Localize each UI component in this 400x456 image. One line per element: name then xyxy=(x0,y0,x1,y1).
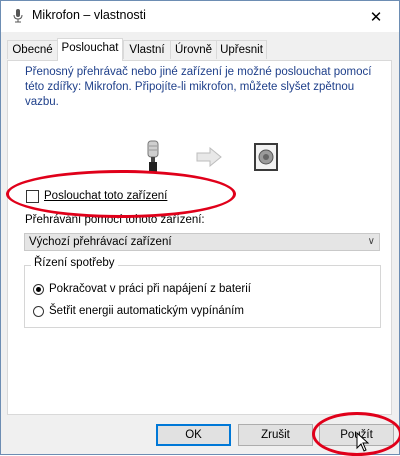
speaker-icon xyxy=(254,143,278,171)
tab-advanced[interactable]: Upřesnit xyxy=(216,40,267,59)
listen-tab-panel: Přenosný přehrávač nebo jiné zařízení je… xyxy=(7,60,392,415)
radio-label[interactable]: Šetřit energii automatickým vypínáním xyxy=(49,305,244,317)
radio-save-energy[interactable]: Šetřit energii automatickým vypínáním xyxy=(33,303,244,319)
radio-continue-on-battery[interactable]: Pokračovat v práci při napájení z bateri… xyxy=(33,281,251,297)
cancel-button[interactable]: Zrušit xyxy=(238,424,313,446)
close-icon: ✕ xyxy=(369,8,383,26)
window-title: Mikrofon – vlastnosti xyxy=(32,8,146,22)
device-illustration xyxy=(143,139,283,175)
radio-button-checked[interactable] xyxy=(33,283,44,295)
microphone-device-icon xyxy=(147,140,159,172)
radio-label[interactable]: Pokračovat v práci při napájení z bateri… xyxy=(49,283,251,295)
tab-listen[interactable]: Poslouchat xyxy=(57,38,123,61)
tab-general[interactable]: Obecné xyxy=(7,40,58,59)
ok-button[interactable]: OK xyxy=(156,424,231,446)
tab-levels[interactable]: Úrovně xyxy=(170,40,217,59)
playback-device-value: Výchozí přehrávací zařízení xyxy=(29,236,172,248)
power-management-group: Řízení spotřeby Pokračovat v práci při n… xyxy=(24,257,381,328)
listen-checkbox-label[interactable]: Poslouchat toto zařízení xyxy=(44,190,167,202)
listen-checkbox-row[interactable]: Poslouchat toto zařízení xyxy=(26,188,167,204)
microphone-icon xyxy=(13,9,23,23)
close-button[interactable]: ✕ xyxy=(353,1,399,32)
playback-device-label: Přehrávání pomocí tohoto zařízení: xyxy=(25,214,205,226)
title-bar: Mikrofon – vlastnosti ✕ xyxy=(1,1,399,32)
radio-button[interactable] xyxy=(33,305,44,317)
mouse-cursor-icon xyxy=(356,432,370,452)
playback-device-select[interactable]: Výchozí přehrávací zařízení ∨ xyxy=(24,233,380,251)
properties-dialog: Mikrofon – vlastnosti ✕ Obecné Posloucha… xyxy=(0,0,400,455)
power-management-legend: Řízení spotřeby xyxy=(31,257,118,269)
chevron-down-icon: ∨ xyxy=(367,236,375,247)
arrow-right-icon xyxy=(196,147,222,167)
listen-checkbox[interactable] xyxy=(26,189,39,203)
tab-custom[interactable]: Vlastní xyxy=(123,40,171,59)
listen-description: Přenosný přehrávač nebo jiné zařízení je… xyxy=(25,66,372,108)
